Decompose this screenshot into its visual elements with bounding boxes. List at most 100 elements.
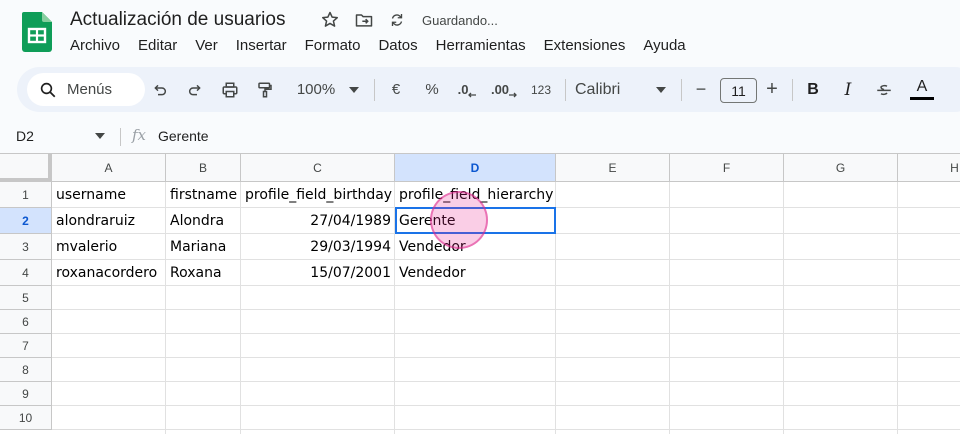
cell-b1[interactable]: firstname bbox=[166, 182, 241, 208]
gridline bbox=[52, 381, 960, 382]
bold-button[interactable]: B bbox=[802, 67, 824, 112]
chevron-down-icon bbox=[656, 86, 666, 93]
cell-a1[interactable]: username bbox=[52, 182, 166, 208]
search-icon bbox=[40, 82, 56, 97]
row-header-10[interactable]: 10 bbox=[0, 406, 52, 430]
column-header-f[interactable]: F bbox=[670, 154, 784, 182]
font-select[interactable]: Calibri bbox=[575, 67, 645, 112]
number-format-label: 123 bbox=[530, 82, 552, 97]
formula-bar: D2 fx Gerente bbox=[0, 120, 960, 153]
row-header-9[interactable]: 9 bbox=[0, 382, 52, 406]
print-button[interactable] bbox=[215, 67, 245, 112]
cell-d2[interactable]: Gerente bbox=[395, 208, 556, 234]
menu-ayuda[interactable]: Ayuda bbox=[643, 37, 694, 54]
cell-d1[interactable]: profile_field_hierarchy bbox=[395, 182, 556, 208]
toolbar-divider bbox=[792, 79, 793, 101]
gridline bbox=[52, 309, 960, 310]
decrease-decimals-label: .0 bbox=[457, 82, 469, 97]
formula-divider bbox=[120, 128, 121, 146]
cell-b4[interactable]: Roxana bbox=[166, 260, 241, 286]
row-header-1[interactable]: 1 bbox=[0, 182, 52, 208]
row-header-3[interactable]: 3 bbox=[0, 234, 52, 260]
sync-icon bbox=[391, 14, 403, 26]
menu-editar[interactable]: Editar bbox=[138, 37, 186, 54]
font-size-value: 11 bbox=[731, 82, 746, 99]
row-header-5[interactable]: 5 bbox=[0, 286, 52, 310]
toolbar-divider bbox=[374, 79, 375, 101]
column-header-a[interactable]: A bbox=[52, 154, 166, 182]
move-to-folder-icon[interactable] bbox=[354, 10, 374, 30]
cell-b2[interactable]: Alondra bbox=[166, 208, 241, 234]
percent-button[interactable]: % bbox=[420, 67, 444, 112]
font-size-input[interactable]: 11 bbox=[720, 78, 757, 103]
print-icon bbox=[222, 82, 238, 97]
cell-c4[interactable]: 15/07/2001 bbox=[241, 260, 395, 286]
row-header-8[interactable]: 8 bbox=[0, 358, 52, 382]
row-header-6[interactable]: 6 bbox=[0, 310, 52, 334]
increase-decimals-button[interactable]: .00 bbox=[489, 67, 519, 112]
redo-icon bbox=[189, 84, 201, 95]
gridline bbox=[52, 429, 960, 430]
row-header-7[interactable]: 7 bbox=[0, 334, 52, 358]
menu-extensiones[interactable]: Extensiones bbox=[544, 37, 635, 54]
fx-icon: fx bbox=[132, 126, 147, 144]
column-header-g[interactable]: G bbox=[784, 154, 898, 182]
cell-d4[interactable]: Vendedor bbox=[395, 260, 556, 286]
formula-input[interactable]: Gerente bbox=[158, 128, 209, 144]
menu-herramientas[interactable]: Herramientas bbox=[436, 37, 535, 54]
zoom-dropdown[interactable] bbox=[344, 67, 364, 112]
search-menus[interactable]: Menús bbox=[27, 73, 145, 106]
saving-status: Guardando... bbox=[422, 12, 498, 28]
select-all-corner[interactable] bbox=[0, 154, 52, 182]
document-title[interactable]: Actualización de usuarios bbox=[70, 9, 285, 31]
name-box[interactable]: D2 bbox=[16, 128, 34, 144]
column-header-h[interactable]: H bbox=[898, 154, 960, 182]
toolbar-divider bbox=[681, 79, 682, 101]
row-header-4[interactable]: 4 bbox=[0, 260, 52, 286]
chevron-down-icon[interactable] bbox=[95, 133, 105, 139]
cell-d3[interactable]: Vendedor bbox=[395, 234, 556, 260]
menu-formato[interactable]: Formato bbox=[305, 37, 370, 54]
undo-button[interactable] bbox=[145, 67, 175, 112]
paint-format-button[interactable] bbox=[250, 67, 280, 112]
italic-label: I bbox=[844, 79, 852, 100]
cell-a4[interactable]: roxanacordero bbox=[52, 260, 166, 286]
cell-b3[interactable]: Mariana bbox=[166, 234, 241, 260]
number-format-button[interactable]: 123 bbox=[526, 67, 556, 112]
cell-a2[interactable]: alondraruiz bbox=[52, 208, 166, 234]
decrease-decimals-button[interactable]: .0 bbox=[454, 67, 480, 112]
cell-a3[interactable]: mvalerio bbox=[52, 234, 166, 260]
menu-datos[interactable]: Datos bbox=[378, 37, 426, 54]
column-header-c[interactable]: C bbox=[241, 154, 395, 182]
text-color-swatch bbox=[910, 97, 934, 100]
toolbar-divider bbox=[565, 79, 566, 101]
column-header-d[interactable]: D bbox=[395, 154, 556, 182]
menu-archivo[interactable]: Archivo bbox=[70, 37, 129, 54]
strikethrough-icon bbox=[877, 84, 891, 95]
text-color-button[interactable]: A bbox=[907, 67, 937, 112]
cell-c3[interactable]: 29/03/1994 bbox=[241, 234, 395, 260]
column-header-e[interactable]: E bbox=[556, 154, 670, 182]
sheets-logo-icon[interactable] bbox=[22, 12, 52, 52]
row-header-2[interactable]: 2 bbox=[0, 208, 52, 234]
decrease-font-size-button[interactable]: − bbox=[689, 67, 713, 112]
cell-c1[interactable]: profile_field_birthday bbox=[241, 182, 395, 208]
redo-button[interactable] bbox=[180, 67, 210, 112]
menu-ver[interactable]: Ver bbox=[195, 37, 227, 54]
currency-button[interactable]: € bbox=[385, 67, 407, 112]
percent-label: % bbox=[425, 81, 439, 98]
star-icon[interactable] bbox=[320, 10, 340, 30]
menu-insertar[interactable]: Insertar bbox=[236, 37, 296, 54]
strikethrough-button[interactable] bbox=[872, 67, 896, 112]
font-dropdown[interactable] bbox=[651, 67, 671, 112]
sheet-grid[interactable]: A B C D E F G H 1 2 3 4 5 6 7 8 9 10 use… bbox=[0, 153, 960, 434]
zoom-select[interactable]: 100% bbox=[288, 67, 344, 112]
title-actions: Guardando... bbox=[320, 10, 498, 30]
bold-label: B bbox=[807, 80, 819, 98]
zoom-value: 100% bbox=[296, 81, 336, 98]
cell-c2[interactable]: 27/04/1989 bbox=[241, 208, 395, 234]
increase-decimals-label: .00 bbox=[490, 82, 510, 97]
italic-button[interactable]: I bbox=[837, 67, 859, 112]
increase-font-size-button[interactable]: + bbox=[760, 67, 784, 112]
column-header-b[interactable]: B bbox=[166, 154, 241, 182]
